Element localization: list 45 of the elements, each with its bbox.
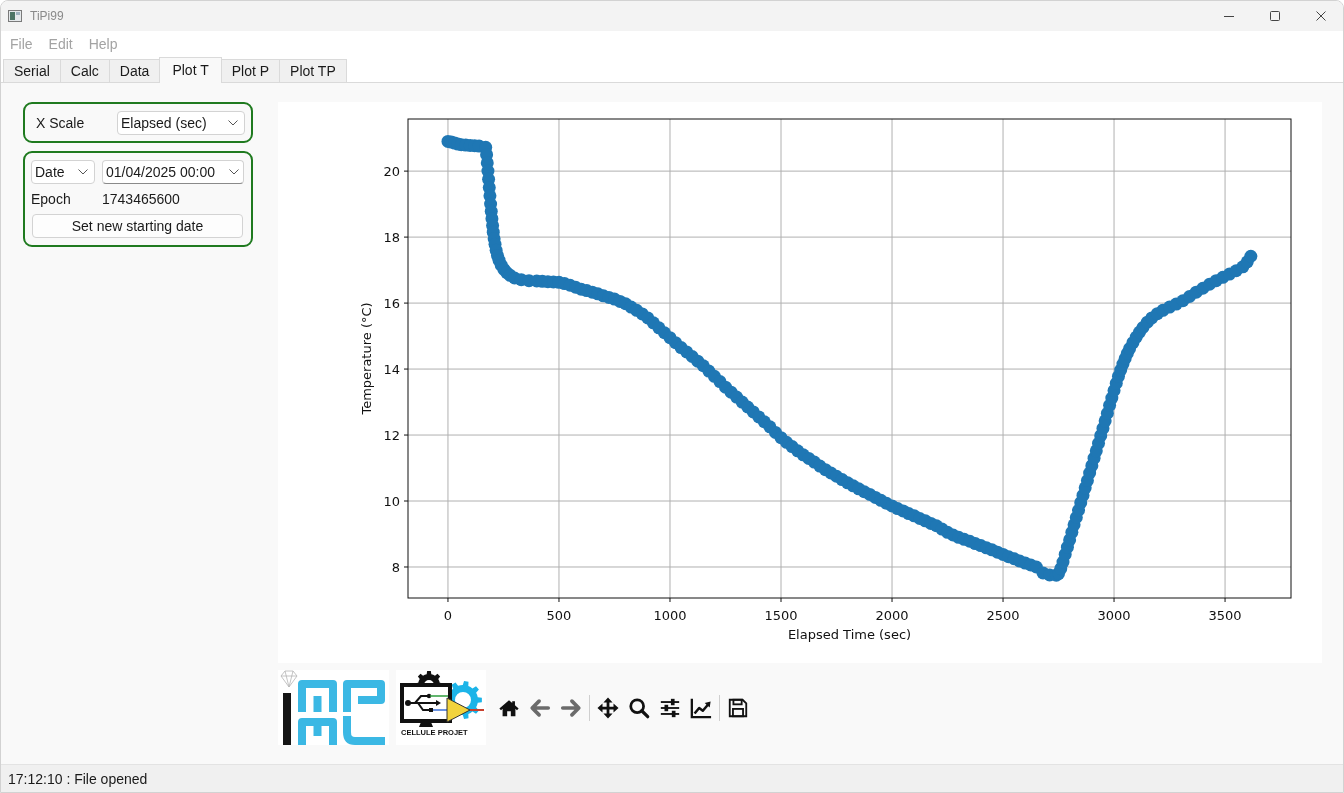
date-mode-dropdown[interactable]: Date: [31, 160, 95, 184]
forward-arrow-icon[interactable]: [560, 696, 582, 719]
set-date-button[interactable]: Set new starting date: [32, 214, 243, 238]
tick-label: 500: [546, 608, 572, 623]
tab[interactable]: Calc: [59, 59, 110, 82]
line-chart-icon[interactable]: [690, 696, 712, 719]
field-label: X Scale: [36, 114, 86, 131]
window-title: TiPi99: [30, 9, 64, 23]
back-arrow-icon[interactable]: [529, 696, 551, 719]
tab[interactable]: Data: [108, 59, 161, 82]
epoch-value: 1743465600: [102, 191, 180, 207]
chevron-down-icon: [228, 119, 238, 126]
maximize-icon[interactable]: [1270, 11, 1280, 21]
tick-label: 3000: [1097, 608, 1131, 623]
tick-label: 20: [383, 164, 400, 180]
save-icon[interactable]: [727, 696, 749, 719]
status-message: 17:12:10 : File opened: [8, 770, 148, 787]
close-icon[interactable]: [1316, 11, 1326, 21]
tick-label: 2500: [986, 608, 1020, 623]
datetime-field[interactable]: 01/04/2025 00:00: [102, 160, 244, 184]
tick-label: 12: [383, 428, 400, 444]
move-arrows-icon[interactable]: [597, 696, 619, 719]
tick-label: 3500: [1208, 608, 1242, 623]
chevron-down-icon: [78, 169, 88, 175]
tick-label: 16: [383, 296, 400, 312]
axis-label: Elapsed Time (sec): [787, 627, 912, 642]
tick-label: 2000: [875, 608, 909, 623]
tick-label: 1500: [764, 608, 798, 623]
field-label: Epoch: [31, 191, 72, 207]
tab[interactable]: Serial: [3, 59, 61, 82]
tick-label: 10: [383, 494, 400, 509]
app-icon: [8, 10, 22, 22]
x-scale-dropdown[interactable]: Elapsed (sec): [117, 110, 245, 135]
tick-label: 18: [383, 230, 400, 246]
sliders-icon[interactable]: [659, 696, 681, 719]
tick-label: 0: [443, 608, 453, 623]
tab[interactable]: Plot TP: [279, 59, 347, 82]
axis-label: Temperature (°C): [359, 302, 374, 415]
tab[interactable]: Plot T: [159, 57, 222, 83]
tick-label: 14: [383, 362, 400, 378]
search-icon[interactable]: [628, 696, 650, 719]
tick-label: 8: [391, 560, 400, 575]
tab[interactable]: Plot P: [220, 59, 281, 82]
chevron-down-icon: [229, 169, 239, 175]
tick-label: 1000: [653, 608, 687, 623]
